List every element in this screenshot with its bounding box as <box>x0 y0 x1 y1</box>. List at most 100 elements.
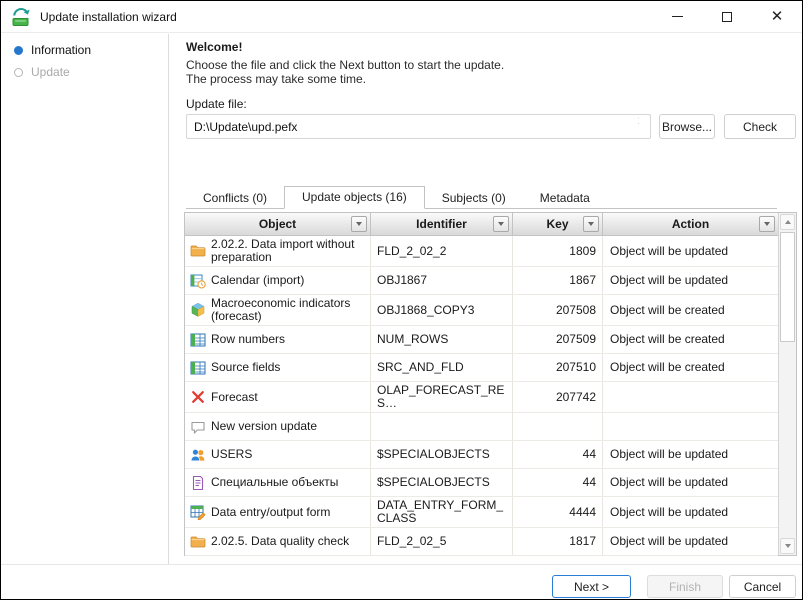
object-label: Source fields <box>211 361 280 374</box>
cell-object: Row numbers <box>185 326 371 353</box>
cell-key: 207510 <box>513 354 603 381</box>
cell-object: 2.02.2. Data import without preparation <box>185 236 371 266</box>
table-row[interactable]: USERS $SPECIALOBJECTS 44 Object will be … <box>185 441 778 469</box>
wizard-steps-sidebar: Information Update <box>1 34 169 564</box>
footer-separator <box>1 564 802 565</box>
cell-object: Специальные объекты <box>185 469 371 496</box>
scroll-down-icon <box>785 544 791 548</box>
scroll-up-icon <box>785 220 791 224</box>
window-title: Update installation wizard <box>40 10 177 24</box>
maximize-button[interactable] <box>702 1 752 33</box>
cell-key: 1817 <box>513 528 603 555</box>
instructions-line1: Choose the file and click the Next butto… <box>186 58 504 72</box>
table-row[interactable]: 2.02.5. Data quality check FLD_2_02_5 18… <box>185 528 778 556</box>
browse-button[interactable]: Browse... <box>659 114 715 139</box>
document-icon <box>190 475 206 491</box>
cell-key: 207742 <box>513 382 603 412</box>
object-label: USERS <box>211 448 252 461</box>
cell-identifier: OBJ1867 <box>371 267 513 294</box>
object-label: Calendar (import) <box>211 274 304 287</box>
object-label: Forecast <box>211 391 258 404</box>
cell-key: 44 <box>513 469 603 496</box>
cell-object: Macroeconomic indicators (forecast) <box>185 295 371 325</box>
table-row[interactable]: Source fields SRC_AND_FLD 207510 Object … <box>185 354 778 382</box>
cell-identifier: $SPECIALOBJECTS <box>371 469 513 496</box>
tab-strip: Conflicts (0) Update objects (16) Subjec… <box>186 186 777 209</box>
cell-object: Forecast <box>185 382 371 412</box>
folder-icon <box>190 243 206 259</box>
cancel-button[interactable]: Cancel <box>729 575 796 598</box>
filter-button-object[interactable] <box>351 216 367 232</box>
object-label: 2.02.5. Data quality check <box>211 535 349 548</box>
cell-key: 207509 <box>513 326 603 353</box>
column-header-action[interactable]: Action <box>603 213 778 235</box>
cell-action: Object will be created <box>603 326 778 353</box>
welcome-title: Welcome! <box>186 40 242 54</box>
table-row[interactable]: 2.02.2. Data import without preparation … <box>185 236 778 267</box>
table-row[interactable]: Forecast OLAP_FORECAST_RES… 207742 <box>185 382 778 413</box>
column-header-key[interactable]: Key <box>513 213 603 235</box>
cell-action: Object will be updated <box>603 528 778 555</box>
cell-key: 207508 <box>513 295 603 325</box>
minimize-button[interactable] <box>652 1 702 33</box>
column-header-identifier[interactable]: Identifier <box>371 213 513 235</box>
step-pending-bullet-icon <box>14 68 23 77</box>
object-label: Row numbers <box>211 333 285 346</box>
object-label: Data entry/output form <box>211 506 330 519</box>
update-file-label: Update file: <box>186 97 247 111</box>
update-objects-table: Object Identifier Key Action 2. <box>184 212 797 556</box>
calendar-icon <box>190 273 206 289</box>
tab-subjects[interactable]: Subjects (0) <box>425 188 523 209</box>
cell-action: Object will be updated <box>603 469 778 496</box>
cell-action: Object will be updated <box>603 441 778 468</box>
column-label: Identifier <box>416 217 467 231</box>
cell-key <box>513 413 603 440</box>
cell-key: 1809 <box>513 236 603 266</box>
cell-key: 44 <box>513 441 603 468</box>
update-file-input[interactable] <box>186 114 651 139</box>
cell-action <box>603 413 778 440</box>
table-row[interactable]: Row numbers NUM_ROWS 207509 Object will … <box>185 326 778 354</box>
object-label: Macroeconomic indicators (forecast) <box>211 297 366 323</box>
table-icon <box>190 360 206 376</box>
cube-icon <box>190 302 206 318</box>
tab-update-objects[interactable]: Update objects (16) <box>284 186 425 209</box>
table-row[interactable]: Macroeconomic indicators (forecast) OBJ1… <box>185 295 778 326</box>
users-icon <box>190 447 206 463</box>
tab-metadata[interactable]: Metadata <box>523 188 607 209</box>
column-label: Object <box>259 217 296 231</box>
tab-conflicts[interactable]: Conflicts (0) <box>186 188 284 209</box>
maximize-icon <box>722 12 732 22</box>
table-header: Object Identifier Key Action <box>185 213 778 236</box>
step-label: Update <box>31 65 70 79</box>
filter-button-action[interactable] <box>759 216 775 232</box>
scrollbar-thumb[interactable] <box>780 232 795 342</box>
close-button[interactable]: ✕ <box>752 1 802 33</box>
table-row[interactable]: Специальные объекты $SPECIALOBJECTS 44 O… <box>185 469 778 497</box>
input-grip-icon: ⁚ <box>637 119 643 124</box>
filter-button-key[interactable] <box>583 216 599 232</box>
cell-identifier: $SPECIALOBJECTS <box>371 441 513 468</box>
next-button[interactable]: Next > <box>552 575 631 598</box>
cell-object: New version update <box>185 413 371 440</box>
cell-object: 2.02.5. Data quality check <box>185 528 371 555</box>
title-bar: Update installation wizard ✕ <box>1 1 802 33</box>
table-row[interactable]: New version update <box>185 413 778 441</box>
check-button[interactable]: Check <box>724 114 796 139</box>
filter-dropdown-icon <box>764 222 770 226</box>
column-header-object[interactable]: Object <box>185 213 371 235</box>
step-label: Information <box>31 43 91 57</box>
window-controls: ✕ <box>652 1 802 33</box>
table-row[interactable]: Data entry/output form DATA_ENTRY_FORM_C… <box>185 497 778 528</box>
cell-action: Object will be created <box>603 354 778 381</box>
finish-button[interactable]: Finish <box>647 575 723 598</box>
scroll-up-button[interactable] <box>780 214 795 230</box>
filter-button-identifier[interactable] <box>493 216 509 232</box>
vertical-scrollbar[interactable] <box>778 213 796 555</box>
scroll-down-button[interactable] <box>780 538 795 554</box>
table-body: 2.02.2. Data import without preparation … <box>185 236 778 556</box>
cell-action: Object will be updated <box>603 497 778 527</box>
cell-object: Source fields <box>185 354 371 381</box>
table-row[interactable]: Calendar (import) OBJ1867 1867 Object wi… <box>185 267 778 295</box>
folder-icon <box>190 534 206 550</box>
